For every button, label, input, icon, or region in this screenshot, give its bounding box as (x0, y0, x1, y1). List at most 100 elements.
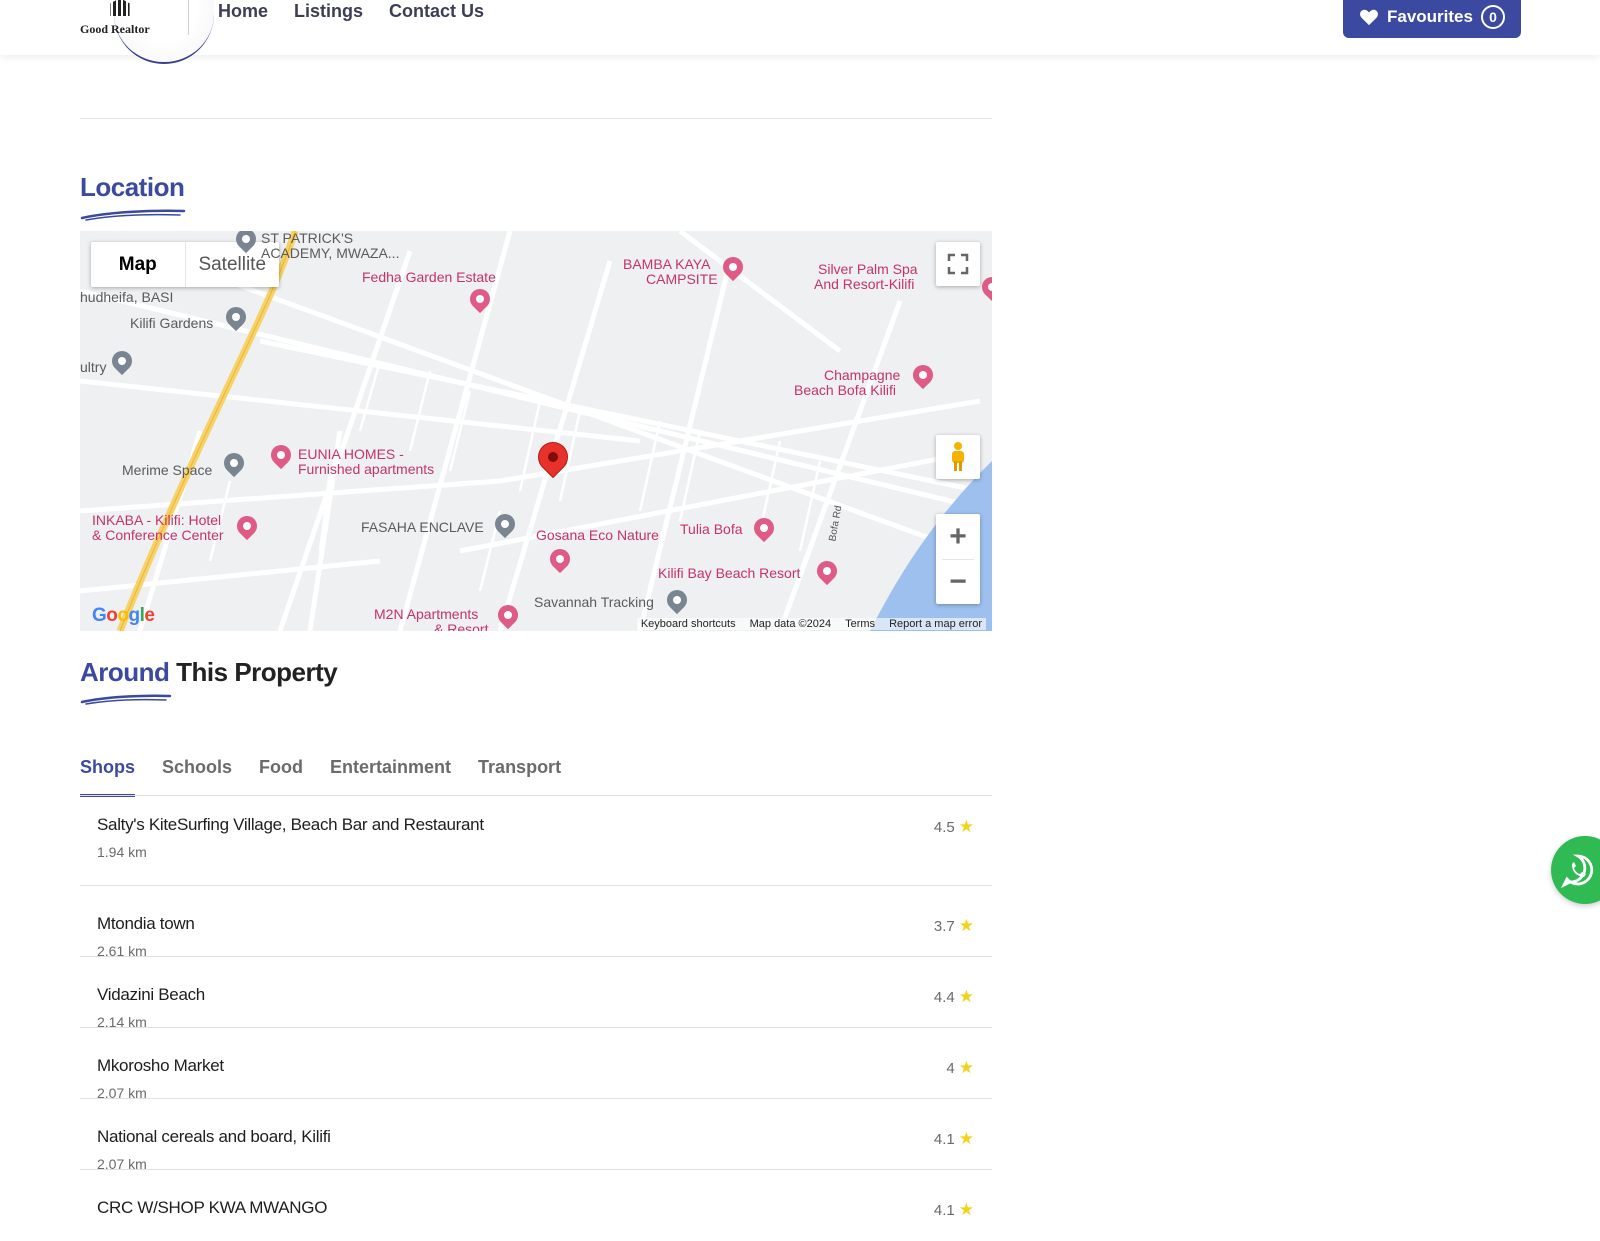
list-item[interactable]: National cereals and board, Kilifi 2.07 … (80, 1099, 992, 1172)
poi-label[interactable]: ACADEMY, MWAZA... (261, 246, 399, 261)
place-rating: 4.5 ★ (934, 817, 974, 837)
tab-schools[interactable]: Schools (162, 757, 232, 794)
place-name: Mtondia town (97, 914, 195, 933)
poi-label[interactable]: And Resort-Kilifi (814, 277, 914, 292)
zoom-control: + − (936, 514, 980, 604)
poi-label[interactable]: CAMPSITE (646, 272, 718, 287)
star-icon: ★ (958, 1058, 974, 1077)
place-rating: 4 ★ (946, 1058, 974, 1078)
main-nav: Home Listings Contact Us (218, 0, 484, 22)
map-type-control: Map Satellite (91, 242, 279, 287)
tab-shops[interactable]: Shops (80, 757, 136, 797)
around-title-accent: Around (80, 657, 170, 687)
poi-label[interactable]: hudheifa, BASI (80, 290, 173, 305)
place-distance: 1.94 km (97, 844, 147, 860)
rating-value: 3.7 (933, 917, 955, 935)
zoom-in-button[interactable]: + (936, 514, 980, 559)
place-name: National cereals and board, Kilifi (97, 1127, 331, 1146)
title-underline (80, 694, 172, 705)
google-logo: Google (92, 605, 155, 626)
heart-icon (1360, 9, 1378, 26)
nav-listings[interactable]: Listings (294, 0, 363, 22)
whatsapp-button[interactable] (1551, 836, 1600, 904)
poi-label[interactable]: Silver Palm Spa (818, 262, 918, 277)
location-map[interactable]: Bofa Rd Map Satellite + − ST PATRICK'S A… (80, 231, 992, 631)
star-icon: ★ (958, 1200, 974, 1219)
favourites-button[interactable]: Favourites 0 (1343, 0, 1521, 38)
place-name: Mkorosho Market (97, 1056, 224, 1075)
list-item[interactable]: Mtondia town 2.61 km 3.7 ★ (80, 886, 992, 959)
road-label-bofa: Bofa Rd (827, 505, 844, 543)
zoom-out-button[interactable]: − (936, 559, 980, 604)
site-logo[interactable]: Good Realtor (80, 0, 214, 65)
around-tabs: Shops Schools Food Entertainment Transpo… (80, 757, 588, 797)
place-name: CRC W/SHOP KWA MWANGO (97, 1198, 328, 1217)
place-name: Vidazini Beach (97, 985, 205, 1004)
around-title-rest: This Property (176, 657, 338, 687)
tab-entertainment[interactable]: Entertainment (330, 757, 451, 794)
poi-label[interactable]: M2N Apartments (374, 607, 478, 622)
place-rating: 4.1 ★ (934, 1200, 974, 1220)
star-icon: ★ (958, 817, 974, 836)
street-view-pegman[interactable] (936, 435, 980, 479)
fullscreen-button[interactable] (936, 242, 980, 286)
place-name: Salty's KiteSurfing Village, Beach Bar a… (97, 815, 484, 834)
rating-value: 4.1 (933, 1130, 955, 1148)
report-map-error-link[interactable]: Report a map error (889, 618, 982, 630)
fullscreen-icon (947, 253, 969, 275)
around-title: Around This Property (80, 657, 338, 688)
favourites-count: 0 (1480, 5, 1505, 29)
poi-label[interactable]: Kilifi Gardens (130, 316, 213, 331)
list-item[interactable]: Salty's KiteSurfing Village, Beach Bar a… (80, 797, 992, 886)
poi-label[interactable]: & Conference Center (92, 528, 224, 543)
place-rating: 4.4 ★ (934, 987, 974, 1007)
star-icon: ★ (958, 1129, 974, 1148)
poi-label[interactable]: BAMBA KAYA (623, 257, 710, 272)
poi-label[interactable]: Kilifi Bay Beach Resort (658, 566, 800, 581)
poi-label[interactable]: Tulia Bofa (680, 522, 743, 537)
rating-value: 4.1 (933, 1201, 955, 1219)
list-item[interactable]: CRC W/SHOP KWA MWANGO 4.1 ★ (80, 1170, 992, 1241)
poi-label[interactable]: Furnished apartments (298, 462, 434, 477)
poi-label[interactable]: Fedha Garden Estate (362, 270, 496, 285)
places-list: Salty's KiteSurfing Village, Beach Bar a… (80, 797, 992, 1241)
tabs-divider (80, 795, 992, 796)
rating-value: 4 (946, 1059, 955, 1077)
map-type-map[interactable]: Map (91, 242, 186, 287)
place-rating: 4.1 ★ (934, 1129, 974, 1149)
star-icon: ★ (958, 916, 974, 935)
poi-label[interactable]: EUNIA HOMES - (298, 447, 404, 462)
favourites-label: Favourites (1387, 7, 1473, 26)
title-underline (80, 209, 186, 221)
logo-text: Good Realtor (80, 22, 150, 36)
poi-label[interactable]: INKABA - Kilifi: Hotel (92, 513, 221, 528)
map-data-label: Map data ©2024 (749, 618, 832, 630)
tab-food[interactable]: Food (259, 757, 303, 794)
location-title: Location (80, 172, 185, 202)
poi-label[interactable]: Gosana Eco Nature (536, 528, 659, 543)
list-item[interactable]: Vidazini Beach 2.14 km 4.4 ★ (80, 957, 992, 1030)
keyboard-shortcuts-link[interactable]: Keyboard shortcuts (641, 618, 736, 630)
header-divider (188, 0, 189, 35)
poi-label[interactable]: FASAHA ENCLAVE (361, 520, 484, 535)
tab-transport[interactable]: Transport (478, 757, 561, 794)
poi-label[interactable]: Merime Space (122, 463, 212, 478)
pegman-icon (952, 442, 964, 471)
poi-label[interactable]: & Resort (434, 622, 488, 632)
map-footer: Keyboard shortcuts Map data ©2024 Terms … (636, 618, 986, 630)
rating-value: 4.4 (933, 988, 955, 1006)
poi-label[interactable]: ST PATRICK'S (261, 231, 353, 246)
poi-label[interactable]: Champagne (824, 368, 900, 383)
nav-contact-us[interactable]: Contact Us (389, 0, 484, 22)
nav-home[interactable]: Home (218, 0, 268, 22)
place-rating: 3.7 ★ (934, 916, 974, 936)
terms-link[interactable]: Terms (845, 618, 875, 630)
site-header: Good Realtor Home Listings Contact Us Fa… (0, 0, 1600, 64)
poi-label[interactable]: Savannah Tracking (534, 595, 654, 610)
whatsapp-icon (1560, 854, 1594, 888)
poi-label[interactable]: Beach Bofa Kilifi (794, 383, 896, 398)
poi-label[interactable]: ultry (80, 360, 106, 375)
star-icon: ★ (958, 987, 974, 1006)
list-item[interactable]: Mkorosho Market 2.07 km 4 ★ (80, 1028, 992, 1101)
rating-value: 4.5 (933, 818, 955, 836)
